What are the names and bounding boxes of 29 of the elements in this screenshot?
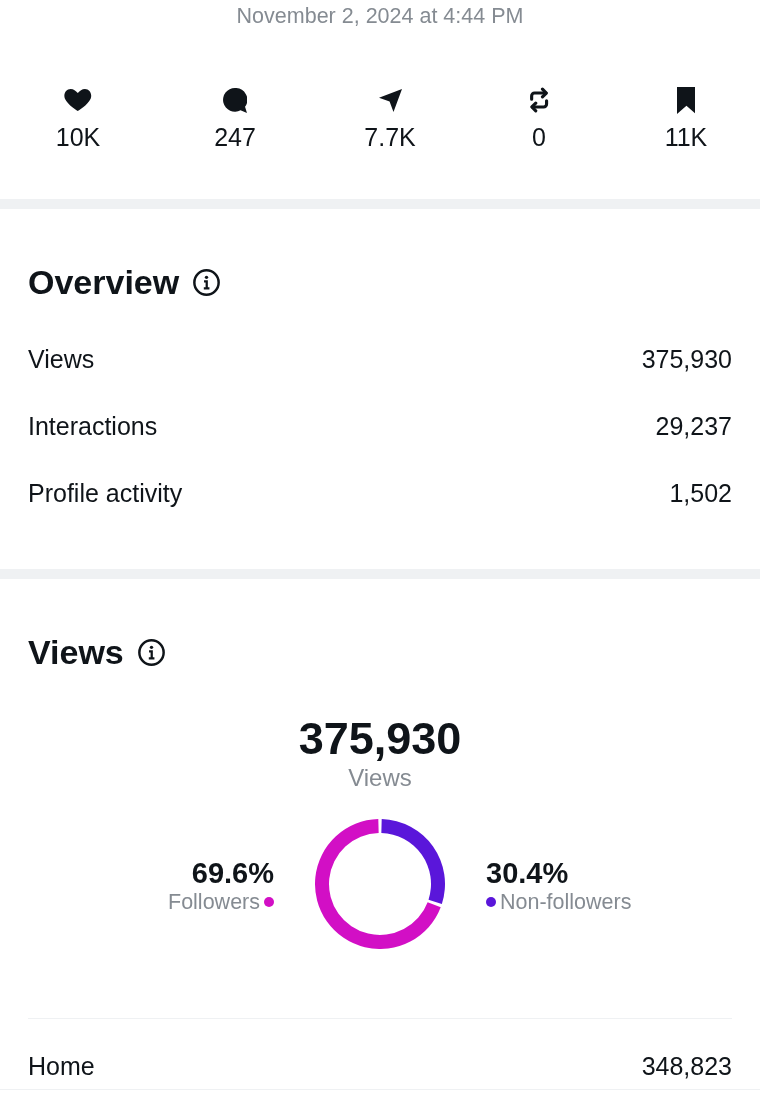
- percentage-value: 30.4%: [486, 856, 569, 889]
- section-heading: Overview: [28, 262, 180, 302]
- metric-label: Views: [28, 345, 95, 374]
- metric-value: 375,930: [641, 345, 732, 374]
- repeat-arrows-icon: [528, 87, 550, 113]
- paper-plane-icon: [378, 88, 402, 112]
- source-value: 348,823: [641, 1051, 732, 1081]
- metric-label: Profile activity: [28, 479, 183, 508]
- legend-label: Followers: [168, 888, 260, 915]
- metric-value: 29,237: [655, 412, 732, 441]
- total-views-label: Views: [348, 765, 412, 791]
- source-label: Home: [28, 1051, 95, 1081]
- info-icon[interactable]: [193, 268, 221, 296]
- engagement-count: 0: [532, 122, 546, 152]
- percentage-value: 69.6%: [191, 856, 274, 889]
- speech-bubble-icon: [223, 87, 247, 113]
- total-views-value: 375,930: [298, 714, 462, 764]
- metric-value: 1,502: [669, 479, 732, 508]
- engagement-count: 247: [214, 122, 256, 152]
- engagement-count: 7.7K: [364, 122, 416, 152]
- section-heading: Views: [28, 632, 124, 672]
- bookmark-icon: [676, 86, 696, 114]
- legend-label: Non-followers: [500, 888, 632, 915]
- heart-icon: [64, 89, 92, 111]
- engagement-count: 10K: [55, 122, 101, 152]
- post-timestamp: November 2, 2024 at 4:44 PM: [236, 3, 524, 28]
- info-icon[interactable]: [137, 638, 165, 666]
- metric-label: Interactions: [28, 412, 158, 441]
- engagement-count: 11K: [664, 122, 708, 152]
